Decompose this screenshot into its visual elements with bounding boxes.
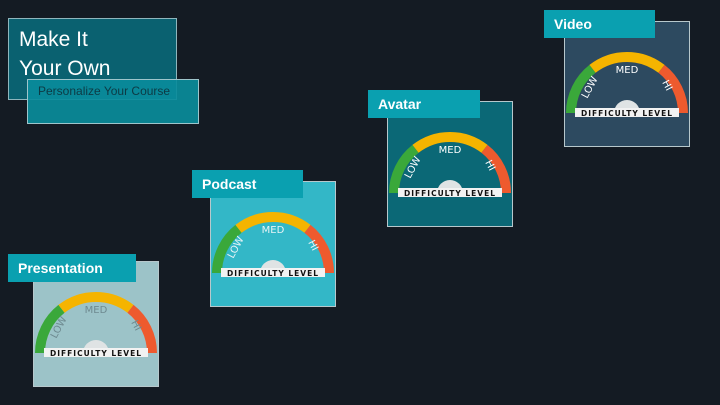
- difficulty-gauge: LOWMEDHIDIFFICULTY LEVEL: [212, 212, 334, 278]
- label-podcast[interactable]: Podcast: [192, 170, 303, 198]
- difficulty-gauge: LOWMEDHIDIFFICULTY LEVEL: [566, 52, 688, 118]
- label-avatar[interactable]: Avatar: [368, 90, 480, 118]
- subtitle-box: Personalize Your Course: [27, 79, 199, 124]
- gauge-caption: DIFFICULTY LEVEL: [227, 269, 319, 278]
- difficulty-gauge: LOWMEDHIDIFFICULTY LEVEL: [389, 132, 511, 198]
- card-avatar[interactable]: LOW MED HI DIFFICULTY LEVEL: [387, 101, 513, 227]
- card-video[interactable]: LOW MED HI DIFFICULTY LEVEL: [564, 21, 690, 147]
- card-podcast[interactable]: LOW MED HI DIFFICULTY LEVEL: [210, 181, 336, 307]
- gauge-caption: DIFFICULTY LEVEL: [404, 189, 496, 198]
- subtitle: Personalize Your Course: [38, 84, 171, 98]
- label-presentation[interactable]: Presentation: [8, 254, 136, 282]
- label-video[interactable]: Video: [544, 10, 655, 38]
- gauge-label-med: MED: [616, 65, 639, 76]
- title-line-1: Make It: [19, 28, 88, 51]
- gauge-label-med: MED: [85, 305, 108, 316]
- gauge-label-med: MED: [262, 225, 285, 236]
- gauge-label-med: MED: [439, 145, 462, 156]
- gauge-caption: DIFFICULTY LEVEL: [581, 109, 673, 118]
- page-title: Make It Your Own: [19, 25, 110, 83]
- gauge-caption: DIFFICULTY LEVEL: [50, 349, 142, 358]
